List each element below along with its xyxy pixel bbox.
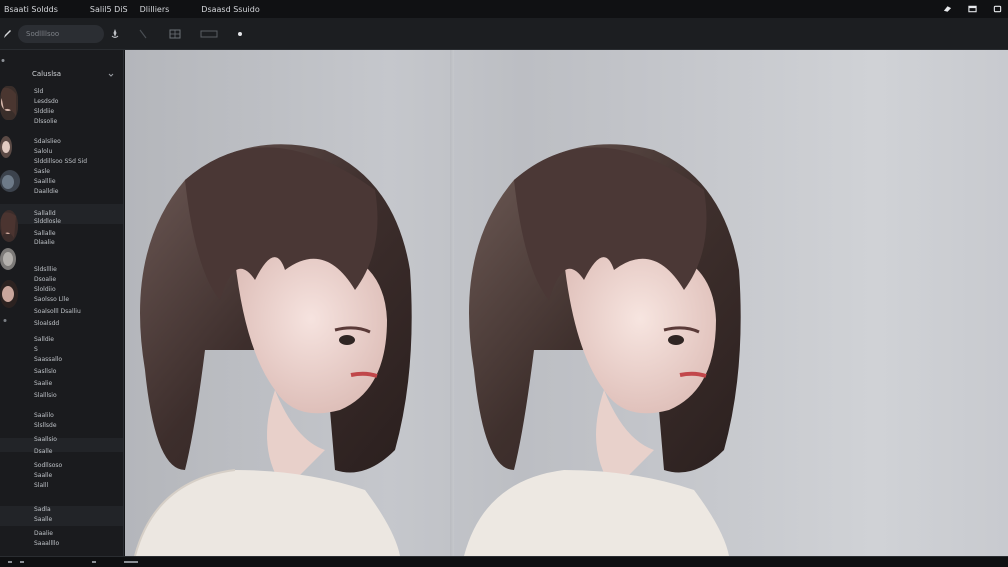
sidebar-list-item[interactable]: Slddlosle (34, 218, 61, 226)
thumbnail-3[interactable] (0, 170, 20, 192)
row-highlight (0, 438, 123, 452)
sidebar-list-item[interactable]: Slalll (34, 482, 48, 490)
thumbnail-2[interactable] (0, 136, 12, 158)
image-canvas[interactable] (125, 50, 1008, 556)
sidebar-list-item[interactable]: Saalle (34, 472, 52, 480)
sidebar-list-item[interactable]: Sloalsdd (34, 320, 59, 328)
sidebar-list-item[interactable]: Slsllsde (34, 422, 57, 430)
sidebar-list-item[interactable]: Saalie (34, 380, 52, 388)
sidebar-header: Caluslsa (32, 70, 62, 78)
sidebar: Caluslsa Sld Lesdsdo Slddiie Dlssolie Sdalsl… (0, 50, 124, 556)
sidebar-list-item[interactable]: Sloldiio (34, 286, 56, 294)
menu-item-1[interactable]: Bsaati Soldds (4, 5, 58, 14)
toolbar-search-area: Sodllllsoo (0, 18, 124, 50)
status-indicator (8, 561, 12, 563)
sidebar-list-item[interactable]: Sld (34, 88, 43, 96)
sidebar-list-item[interactable]: Sasllslo (34, 368, 56, 376)
sidebar-list-item[interactable]: Saolsso Llle (34, 296, 69, 304)
sidebar-list-item[interactable]: Slalllsio (34, 392, 57, 400)
sidebar-list-item[interactable]: Saallsio (34, 436, 57, 444)
sidebar-list-item[interactable]: Salldie (34, 336, 54, 344)
select-tool-icon[interactable] (136, 28, 150, 40)
sidebar-list-item[interactable]: Dsalle (34, 448, 52, 456)
sidebar-list-item[interactable]: S (34, 346, 38, 354)
sidebar-list-item[interactable]: Dsoalie (34, 276, 56, 284)
menu-item-3[interactable]: Dlilliers (140, 5, 170, 14)
sidebar-list-item[interactable]: Saalilo (34, 412, 54, 420)
thumbnail-5[interactable] (0, 248, 16, 270)
sidebar-list-item[interactable]: Saalllie (34, 178, 56, 186)
sidebar-list-item[interactable]: Saaallllo (34, 540, 59, 548)
portrait-image-right (464, 144, 741, 556)
sidebar-list-item[interactable]: Salolu (34, 148, 52, 156)
search-placeholder: Sodllllsoo (26, 29, 60, 38)
restore-icon[interactable] (993, 5, 1002, 13)
sidebar-list-item[interactable]: Dlssolie (34, 118, 57, 126)
sidebar-list-item[interactable]: Soalsolll Dsalliu (34, 308, 81, 316)
thumbnail-4[interactable] (0, 210, 18, 242)
sidebar-list-item[interactable]: Daalldie (34, 188, 58, 196)
pin-icon[interactable] (0, 58, 6, 63)
sidebar-list-item[interactable]: Sdalslieo (34, 138, 61, 146)
eraser-icon[interactable] (943, 5, 952, 13)
sidebar-list-item[interactable]: Saalle (34, 516, 52, 524)
menu-bar: Bsaati Soldds Salil5 DiS Dlilliers Dsaas… (4, 5, 260, 14)
pencil-icon[interactable] (2, 28, 12, 40)
sidebar-list-item[interactable]: Sallalle (34, 230, 56, 238)
chevron-down-icon[interactable] (108, 72, 114, 78)
selected-row-highlight (0, 204, 123, 224)
thumbnail-6[interactable] (0, 280, 18, 308)
status-indicator (92, 561, 96, 563)
toolbar: Sodllllsoo (0, 18, 1008, 50)
sidebar-list-item[interactable]: Sasle (34, 168, 50, 176)
sidebar-list-item[interactable]: Daalie (34, 530, 53, 538)
search-input[interactable]: Sodllllsoo (18, 24, 104, 43)
status-indicator (20, 561, 24, 563)
sidebar-list-item[interactable]: Slddiie (34, 108, 54, 116)
point-tool-icon[interactable] (236, 28, 244, 40)
sidebar-list-item[interactable]: Slddillsoo SSd Sid (34, 158, 87, 166)
frame-tool-icon[interactable] (200, 28, 218, 40)
thumbnail-1[interactable] (0, 86, 18, 120)
canvas-tools (124, 28, 244, 40)
status-indicator (124, 561, 138, 563)
sidebar-list-item[interactable]: Lesdsdo (34, 98, 58, 106)
window-icon[interactable] (968, 5, 977, 13)
sidebar-list-item[interactable]: Saassallo (34, 356, 62, 364)
sidebar-list-item[interactable]: Sodllsoso (34, 462, 62, 470)
portrait-image-left (134, 144, 412, 556)
dot-icon (3, 319, 7, 322)
window-controls (943, 5, 1004, 13)
sidebar-list-item[interactable]: Dlaalie (34, 239, 55, 247)
sidebar-list-item[interactable]: Sallalld (34, 210, 56, 218)
sidebar-list-item[interactable]: Sldslllie (34, 266, 57, 274)
menu-item-4[interactable]: Dsaasd Ssuido (201, 5, 259, 14)
row-highlight (0, 506, 123, 526)
menu-item-2[interactable]: Salil5 DiS (90, 5, 128, 14)
title-bar: Bsaati Soldds Salil5 DiS Dlilliers Dsaas… (0, 0, 1008, 18)
microphone-icon[interactable] (110, 28, 120, 40)
status-bar (0, 556, 1008, 567)
grid-tool-icon[interactable] (168, 28, 182, 40)
sidebar-list-item[interactable]: Sadla (34, 506, 51, 514)
